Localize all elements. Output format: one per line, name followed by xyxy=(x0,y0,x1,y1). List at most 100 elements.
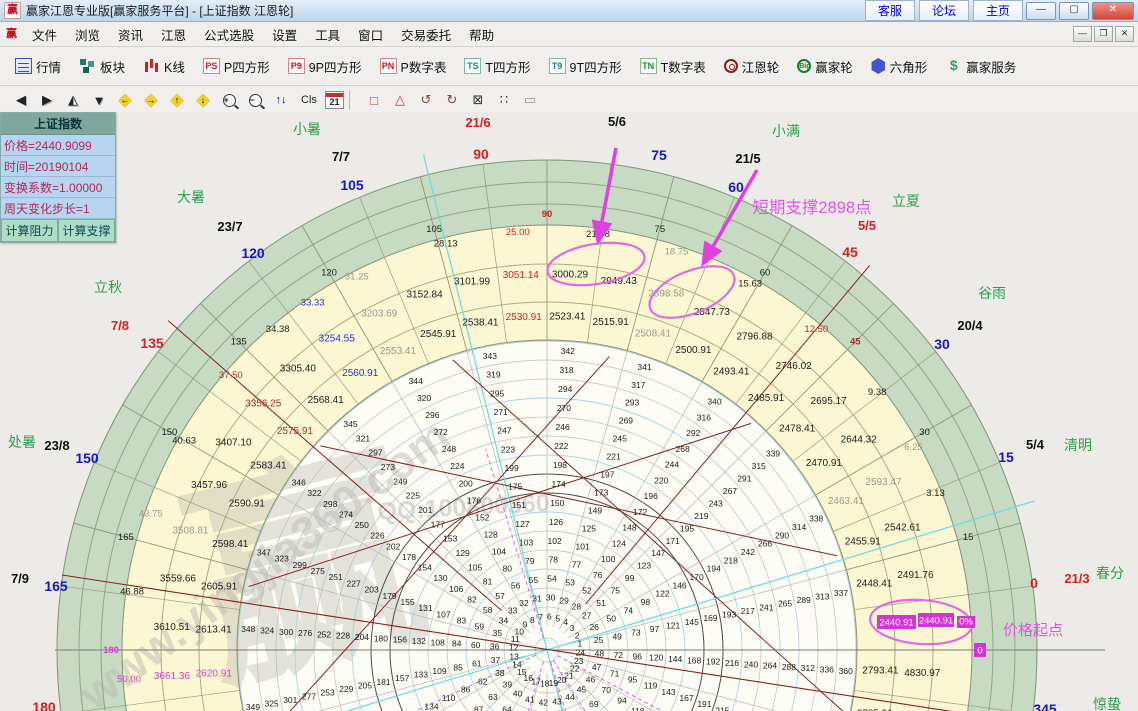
price-value: 3356.25 xyxy=(245,398,282,409)
toolbar-kline-button[interactable]: K线 xyxy=(138,54,190,79)
percent-value: 33.33 xyxy=(301,298,325,309)
spiral-number: 23 xyxy=(574,656,584,666)
step-forward-button[interactable]: ▶ xyxy=(35,89,59,111)
9p-square-icon: P9 xyxy=(288,58,305,74)
toolbar-quotes-button[interactable]: 行情 xyxy=(10,54,66,79)
customer-service-button[interactable]: 客服 xyxy=(865,0,915,21)
toolbar-p-number-table-button[interactable]: PNP数字表 xyxy=(375,54,452,79)
menu-item-帮助[interactable]: 帮助 xyxy=(460,23,503,46)
toolbar-t-number-table-button[interactable]: TNT数字表 xyxy=(635,54,711,79)
spiral-number: 95 xyxy=(628,674,638,684)
menu-item-工具[interactable]: 工具 xyxy=(306,23,349,46)
zoom-in-button[interactable]: + xyxy=(217,89,241,111)
center-align-button[interactable]: ∷ xyxy=(492,89,516,111)
toolbar-9p-square-button[interactable]: P99P四方形 xyxy=(283,54,367,79)
price-value: 2500.91 xyxy=(675,345,712,356)
outer-label-term: 大暑 xyxy=(177,189,205,205)
toolbar-gann-wheel-button[interactable]: 江恩轮 xyxy=(719,54,785,79)
spiral-number: 245 xyxy=(613,434,627,444)
toolbar-winner-wheel-button[interactable]: Big赢家轮 xyxy=(792,54,858,79)
child-restore-button[interactable]: ❐ xyxy=(1094,26,1113,42)
child-close-button[interactable]: ✕ xyxy=(1115,26,1134,42)
outer-label-date: 7/7 xyxy=(332,149,350,164)
price-value: 3559.66 xyxy=(160,573,197,584)
calendar-button[interactable]: 21 xyxy=(325,91,344,109)
toolbar-winner-service-button[interactable]: $赢家服务 xyxy=(940,54,1021,79)
toolbar-sectors-button[interactable]: 板块 xyxy=(74,54,130,79)
calc-support-button[interactable]: 计算支撑 xyxy=(58,219,115,242)
pan-up-button[interactable]: ↑ xyxy=(165,89,189,111)
outer-label-date: 7/9 xyxy=(11,571,29,586)
menu-item-文件[interactable]: 文件 xyxy=(23,23,66,46)
time-field[interactable]: 时间=20190104 xyxy=(1,156,115,177)
price-value: 2560.91 xyxy=(342,368,379,379)
spiral-number: 144 xyxy=(668,654,682,664)
spiral-number: 43 xyxy=(552,697,562,707)
spiral-number: 224 xyxy=(450,461,464,471)
spiral-number: 143 xyxy=(661,687,675,697)
pan-right-button[interactable]: → xyxy=(139,89,163,111)
gann-wheel-chart[interactable]: 赢www.yingjia360.comQQ:100800360123456789… xyxy=(0,112,1138,711)
pan-left-button[interactable]: ← xyxy=(113,89,137,111)
zoom-out-button[interactable]: − xyxy=(243,89,267,111)
menu-app-icon: 赢 xyxy=(4,27,19,42)
calc-resistance-button[interactable]: 计算阻力 xyxy=(1,219,58,242)
degree-value: 105 xyxy=(426,224,442,235)
maximize-button[interactable]: ▢ xyxy=(1059,2,1089,20)
rotate-cw-button[interactable]: ↻ xyxy=(440,89,464,111)
spiral-number: 321 xyxy=(356,433,370,443)
homepage-button[interactable]: 主页 xyxy=(973,0,1023,21)
price-field[interactable]: 价格=2440.9099 xyxy=(1,135,115,156)
outer-label-term: 立秋 xyxy=(94,279,122,295)
minimize-button[interactable]: — xyxy=(1026,2,1056,20)
rotate-ccw-button[interactable]: ↺ xyxy=(414,89,438,111)
menu-item-交易委托[interactable]: 交易委托 xyxy=(392,23,460,46)
spiral-number: 79 xyxy=(525,556,535,566)
spiral-number: 227 xyxy=(347,578,361,588)
outer-label-rdate: 5/5 xyxy=(858,218,876,233)
menu-item-窗口[interactable]: 窗口 xyxy=(349,23,392,46)
updown-marker-button[interactable]: ↑↓ xyxy=(269,89,293,111)
step-back-button[interactable]: ◀ xyxy=(9,89,33,111)
menu-item-资讯[interactable]: 资讯 xyxy=(109,23,152,46)
title-bar: 赢 赢家江恩专业版[赢家服务平台] - [上证指数 江恩轮] 客服 论坛 主页 … xyxy=(0,0,1138,22)
forum-button[interactable]: 论坛 xyxy=(919,0,969,21)
angle-down-button[interactable]: ▼ xyxy=(87,89,111,111)
outer-label-rdeg: 45 xyxy=(842,244,858,260)
spiral-number: 264 xyxy=(763,661,777,671)
child-minimize-button[interactable]: — xyxy=(1073,26,1092,42)
spiral-number: 54 xyxy=(547,574,557,584)
sectors-icon xyxy=(79,58,96,74)
spiral-number: 61 xyxy=(472,659,482,669)
toolbar-9t-square-button[interactable]: T99T四方形 xyxy=(544,54,627,79)
toolbar-t-square-button[interactable]: TST四方形 xyxy=(459,54,535,79)
spiral-number: 56 xyxy=(511,581,521,591)
square-tool-button[interactable]: □ xyxy=(362,89,386,111)
spiral-number: 291 xyxy=(737,473,751,483)
triangle-tool-button[interactable]: △ xyxy=(388,89,412,111)
highlight-box-value: 0% xyxy=(959,617,973,628)
toolbar-hexagon-button[interactable]: 六角形 xyxy=(866,54,933,79)
spiral-number: 130 xyxy=(433,573,447,583)
menu-item-公式选股[interactable]: 公式选股 xyxy=(195,23,263,46)
delete-region-button[interactable]: ⊠ xyxy=(466,89,490,111)
coefficient-field[interactable]: 变换系数=1.00000 xyxy=(1,177,115,198)
spiral-number: 81 xyxy=(483,577,493,587)
angle-up-button[interactable]: ◭ xyxy=(61,89,85,111)
spiral-number: 226 xyxy=(370,531,384,541)
price-value: 2553.41 xyxy=(380,346,417,357)
menu-item-浏览[interactable]: 浏览 xyxy=(66,23,109,46)
menu-item-设置[interactable]: 设置 xyxy=(263,23,306,46)
step-field[interactable]: 周天变化步长=1 xyxy=(1,198,115,219)
close-button[interactable]: ✕ xyxy=(1092,2,1134,20)
percent-value: 31.25 xyxy=(345,272,369,283)
pan-down-button[interactable]: ↓ xyxy=(191,89,215,111)
degree-value: 165 xyxy=(118,532,134,543)
toolbar-p-square-button[interactable]: PSP四方形 xyxy=(198,54,275,79)
spiral-number: 266 xyxy=(758,539,772,549)
degree-value: 75 xyxy=(655,224,666,235)
menu-item-江恩[interactable]: 江恩 xyxy=(152,23,195,46)
cls-clear-button[interactable]: Cls xyxy=(295,89,323,111)
stamp-tool-button[interactable]: ▭ xyxy=(518,89,542,111)
menu-bar: 赢 文件浏览资讯江恩公式选股设置工具窗口交易委托帮助 — ❐ ✕ xyxy=(0,22,1138,47)
